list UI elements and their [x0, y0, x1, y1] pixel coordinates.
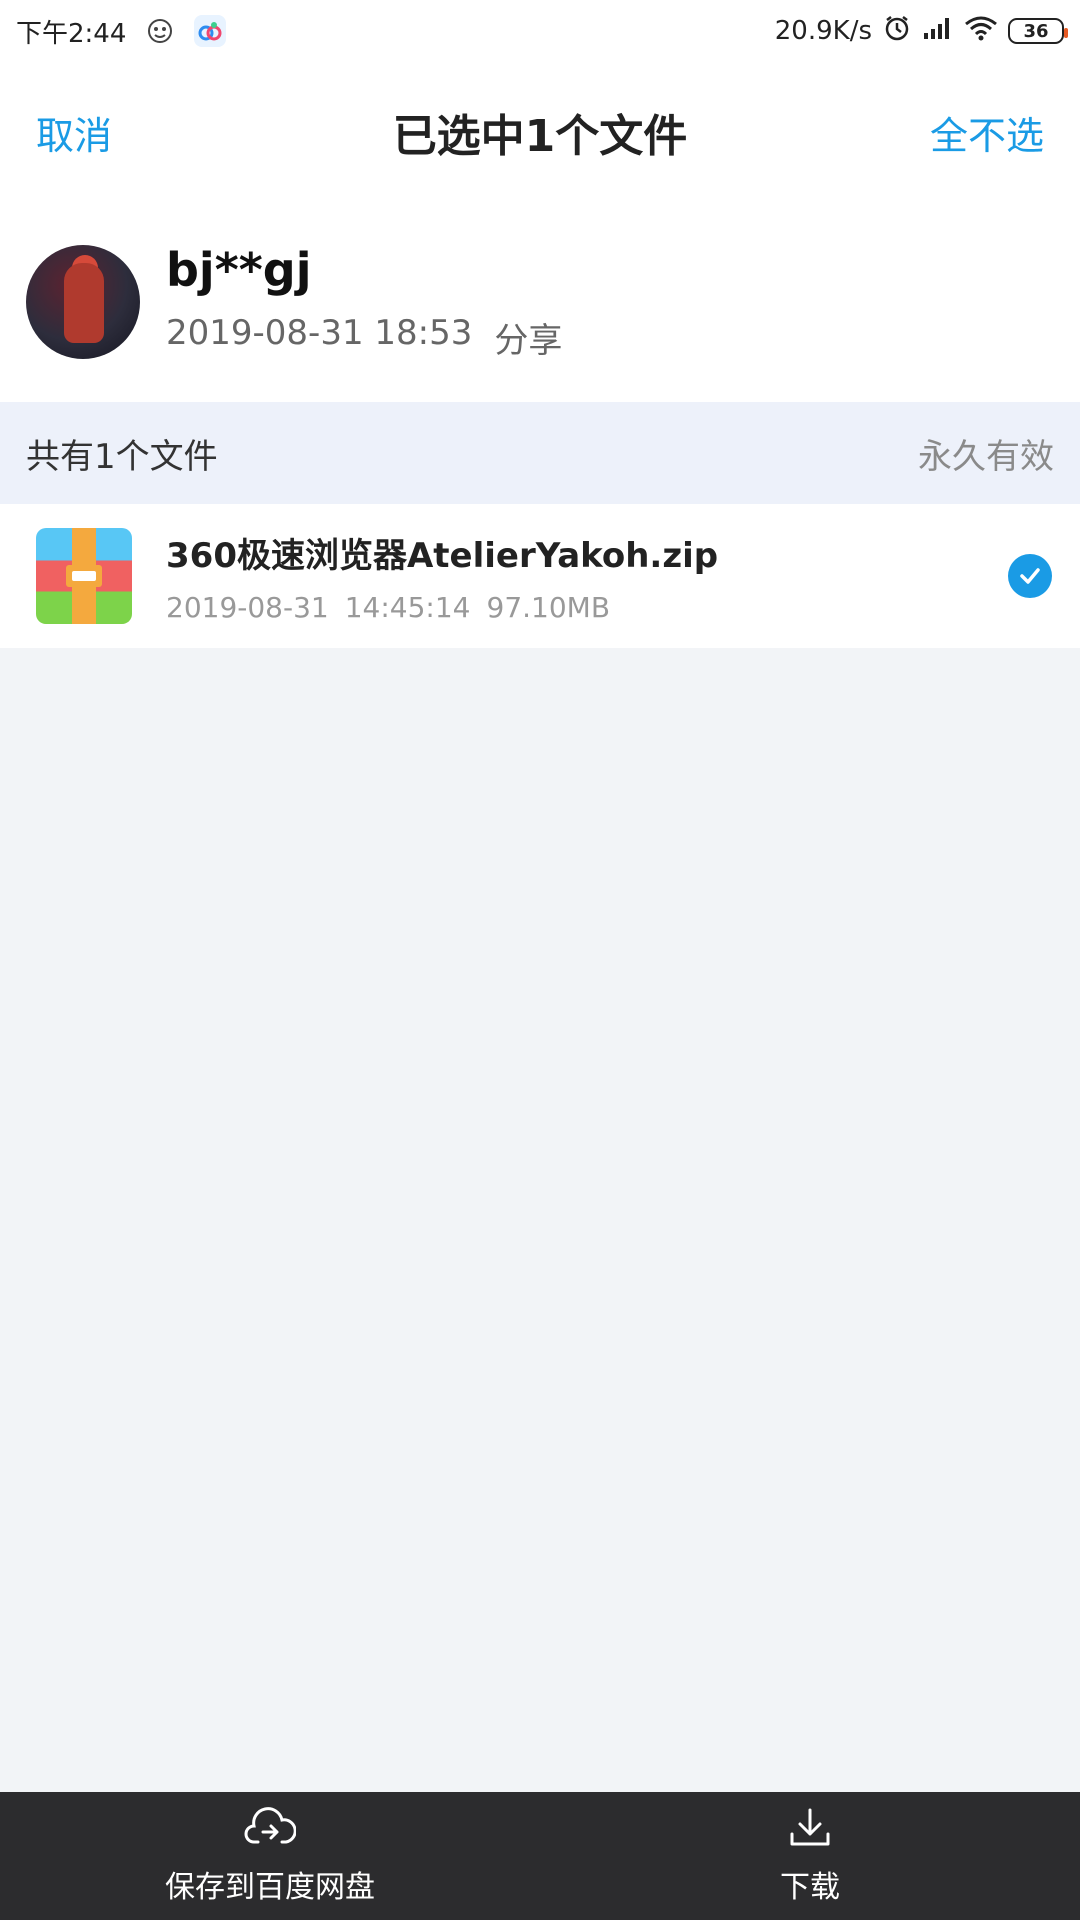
download-icon — [786, 1806, 834, 1854]
avatar-figure-body — [64, 263, 104, 343]
status-bar: 下午2:44 20.9K/s 36 — [0, 0, 1080, 62]
save-to-baidu-pan-button[interactable]: 保存到百度网盘 — [0, 1792, 540, 1920]
battery-icon: 36 — [1008, 18, 1068, 44]
zip-file-icon — [36, 528, 132, 624]
deselect-all-button[interactable]: 全不选 — [930, 105, 1044, 160]
sharer-meta: 2019-08-31 18:53 分享 — [166, 313, 562, 362]
status-time: 下午2:44 — [16, 18, 127, 49]
file-meta: 2019-08-31 14:45:14 97.10MB — [166, 591, 718, 624]
status-right: 20.9K/s 36 — [774, 13, 1068, 50]
share-action: 分享 — [494, 320, 563, 361]
zip-buckle — [66, 565, 102, 587]
cloud-upload-icon — [244, 1806, 297, 1854]
share-file-select-screen: 下午2:44 20.9K/s 36 取消 已选中1个文件 全不选 bj**gj … — [0, 0, 1080, 1920]
face-app-icon — [144, 15, 176, 47]
download-button[interactable]: 下载 — [540, 1792, 1080, 1920]
validity-label: 永久有效 — [918, 436, 1054, 477]
download-label: 下载 — [780, 1870, 840, 1905]
file-count: 共有1个文件 — [26, 436, 218, 477]
file-date: 2019-08-31 — [166, 591, 329, 624]
avatar — [26, 245, 140, 359]
sharer-name: bj**gj — [166, 242, 312, 297]
file-size: 97.10MB — [486, 591, 611, 624]
cancel-button[interactable]: 取消 — [36, 105, 112, 160]
file-list-item[interactable]: 360极速浏览器AtelierYakoh.zip 2019-08-31 14:4… — [0, 504, 1080, 648]
file-text: 360极速浏览器AtelierYakoh.zip 2019-08-31 14:4… — [166, 528, 718, 624]
alarm-icon — [882, 13, 912, 50]
sharer-header: bj**gj 2019-08-31 18:53 分享 — [0, 202, 1080, 402]
bottom-action-bar: 保存到百度网盘 下载 — [0, 1792, 1080, 1920]
sharer-text: bj**gj 2019-08-31 18:53 分享 — [166, 243, 562, 362]
battery-level: 36 — [1023, 20, 1049, 42]
nav-bar: 取消 已选中1个文件 全不选 — [0, 62, 1080, 202]
share-timestamp: 2019-08-31 18:53 — [166, 312, 473, 353]
selected-checkmark-icon[interactable] — [1008, 554, 1052, 598]
baidu-app-icon — [194, 15, 227, 47]
save-to-baidu-pan-label: 保存到百度网盘 — [165, 1870, 375, 1905]
signal-icon — [922, 15, 954, 48]
wifi-icon — [964, 14, 998, 49]
file-time: 14:45:14 — [344, 591, 471, 624]
network-speed: 20.9K/s — [774, 16, 872, 46]
file-summary-bar: 共有1个文件 永久有效 — [0, 402, 1080, 504]
file-name: 360极速浏览器AtelierYakoh.zip — [166, 536, 719, 576]
status-left: 下午2:44 — [16, 13, 227, 50]
page-title: 已选中1个文件 — [392, 111, 688, 162]
